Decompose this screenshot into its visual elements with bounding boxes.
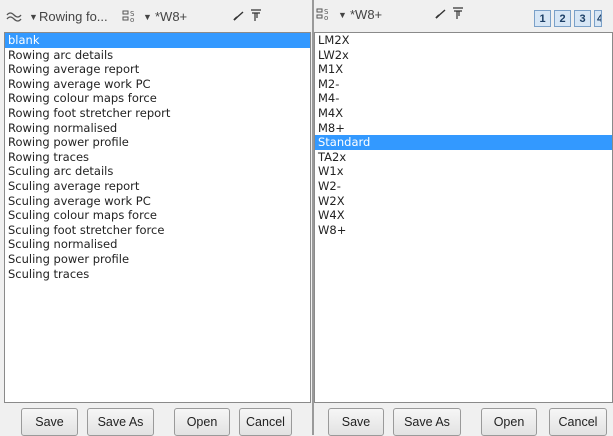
table-grid-icon[interactable]: So: [316, 7, 332, 21]
list-item[interactable]: M4X: [315, 106, 612, 121]
list-item[interactable]: W1x: [315, 164, 612, 179]
checkmark-icon[interactable]: [435, 8, 447, 20]
page-selector: 1 2 3 4: [534, 10, 605, 27]
list-item[interactable]: Rowing average work PC: [5, 77, 310, 92]
list-item[interactable]: Rowing average report: [5, 62, 310, 77]
list-item[interactable]: Sculing power profile: [5, 252, 310, 267]
right-toolbar: So ▼ *W8+ 1 2 3 4: [314, 0, 613, 32]
save-button[interactable]: Save: [21, 408, 78, 436]
preset-dropdown-arrow-icon[interactable]: ▼: [29, 12, 38, 22]
boat-dropdown-arrow-icon[interactable]: ▼: [338, 10, 347, 20]
list-item[interactable]: Rowing power profile: [5, 135, 310, 150]
checkmark-icon[interactable]: [233, 10, 245, 22]
cancel-button[interactable]: Cancel: [549, 408, 607, 436]
list-item[interactable]: blank: [5, 33, 310, 48]
svg-text:o: o: [130, 16, 134, 23]
boat-list[interactable]: LM2X LW2x M1X M2- M4- M4X M8+ Standard TA2x W1x W2…: [314, 32, 613, 403]
boat-select[interactable]: *W8+: [350, 7, 382, 22]
page-button-3[interactable]: 3: [574, 10, 591, 27]
list-item[interactable]: Rowing foot stretcher report: [5, 106, 310, 121]
list-item[interactable]: W2-: [315, 179, 612, 194]
list-item[interactable]: M1X: [315, 62, 612, 77]
list-item[interactable]: W4X: [315, 208, 612, 223]
page-button-4[interactable]: 4: [594, 10, 602, 27]
open-button[interactable]: Open: [174, 408, 230, 436]
list-item[interactable]: Sculing average report: [5, 179, 310, 194]
table-grid-icon[interactable]: So: [122, 9, 138, 23]
filter-icon[interactable]: [250, 8, 262, 23]
preset-select[interactable]: Rowing fo...: [39, 9, 108, 24]
list-item[interactable]: M2-: [315, 77, 612, 92]
left-toolbar: ▼ Rowing fo... So ▼ *W8+: [0, 0, 313, 32]
list-item[interactable]: Sculing traces: [5, 267, 310, 282]
list-item[interactable]: LW2x: [315, 48, 612, 63]
list-item[interactable]: LM2X: [315, 33, 612, 48]
list-item[interactable]: Rowing colour maps force: [5, 91, 310, 106]
boat-dropdown-arrow-icon[interactable]: ▼: [143, 12, 152, 22]
list-item[interactable]: W2X: [315, 194, 612, 209]
list-item[interactable]: Sculing colour maps force: [5, 208, 310, 223]
list-item[interactable]: M8+: [315, 121, 612, 136]
report-list[interactable]: blank Rowing arc details Rowing average re…: [4, 32, 311, 403]
save-as-button[interactable]: Save As: [393, 408, 461, 436]
boat-select[interactable]: *W8+: [155, 9, 187, 24]
page-button-1[interactable]: 1: [534, 10, 551, 27]
filter-icon[interactable]: [452, 6, 464, 21]
save-button[interactable]: Save: [328, 408, 384, 436]
page-button-2[interactable]: 2: [554, 10, 571, 27]
list-item[interactable]: Sculing foot stretcher force: [5, 223, 310, 238]
list-item[interactable]: Rowing arc details: [5, 48, 310, 63]
list-item[interactable]: Standard: [315, 135, 612, 150]
list-item[interactable]: Rowing traces: [5, 150, 310, 165]
svg-text:o: o: [324, 14, 328, 21]
right-panel: So ▼ *W8+ 1 2 3 4 LM2XLW2xM1XM2-M4-M4XM8…: [314, 0, 613, 436]
list-item[interactable]: Sculing arc details: [5, 164, 310, 179]
list-item[interactable]: W8+: [315, 223, 612, 238]
rowing-icon[interactable]: [6, 10, 22, 22]
list-item[interactable]: TA2x: [315, 150, 612, 165]
list-item[interactable]: M4-: [315, 91, 612, 106]
list-item[interactable]: Sculing average work PC: [5, 194, 310, 209]
open-button[interactable]: Open: [481, 408, 537, 436]
list-item[interactable]: Rowing normalised: [5, 121, 310, 136]
cancel-button[interactable]: Cancel: [239, 408, 292, 436]
left-panel: ▼ Rowing fo... So ▼ *W8+ blank Rowing arc…: [0, 0, 313, 436]
list-item[interactable]: Sculing normalised: [5, 237, 310, 252]
save-as-button[interactable]: Save As: [87, 408, 154, 436]
